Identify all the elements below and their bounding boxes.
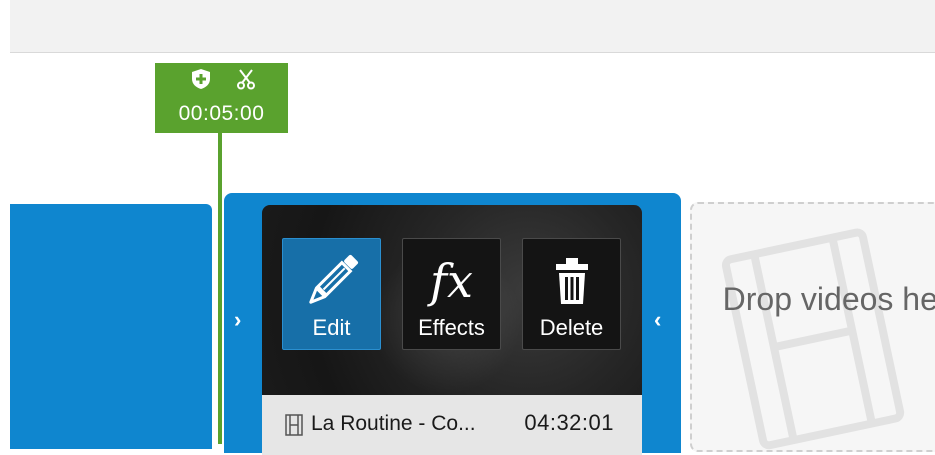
playhead-icons bbox=[155, 68, 288, 92]
playhead-time: 00:05:00 bbox=[178, 102, 265, 125]
film-icon bbox=[285, 414, 303, 436]
playhead-line[interactable] bbox=[218, 133, 222, 444]
edit-button[interactable]: Edit bbox=[282, 238, 381, 350]
clip-name: La Routine - Co... bbox=[311, 412, 476, 435]
clip-duration: 04:32:01 bbox=[524, 410, 614, 435]
drop-zone[interactable]: Drop videos here bbox=[690, 202, 935, 452]
drop-zone-text: Drop videos here bbox=[722, 281, 935, 317]
delete-button[interactable]: Delete bbox=[522, 238, 621, 350]
effects-label: Effects bbox=[418, 315, 485, 340]
trash-icon bbox=[523, 251, 620, 311]
clip-thumbnail[interactable]: Edit fx Effects Delete La Routine - Co..… bbox=[262, 205, 642, 455]
previous-clip[interactable] bbox=[10, 204, 212, 449]
pencil-icon bbox=[283, 251, 380, 311]
clip-info-bar: La Routine - Co... 04:32:01 bbox=[262, 395, 642, 455]
trim-handle-left[interactable]: › bbox=[234, 309, 241, 331]
trim-handle-right[interactable]: ‹ bbox=[654, 309, 661, 331]
effects-button[interactable]: fx Effects bbox=[402, 238, 501, 350]
film-strip-watermark-icon bbox=[721, 228, 905, 450]
timeline-toolbar bbox=[10, 0, 935, 53]
edit-label: Edit bbox=[312, 315, 351, 340]
fx-icon: fx bbox=[403, 251, 500, 311]
playhead-marker[interactable]: 00:05:00 bbox=[155, 63, 288, 133]
add-marker-icon[interactable] bbox=[190, 68, 212, 90]
fx-glyph: fx bbox=[430, 254, 473, 308]
split-scissors-icon[interactable] bbox=[235, 68, 257, 90]
selected-clip[interactable]: › ‹ Edit fx Effects Delete La Routine - … bbox=[224, 193, 681, 455]
delete-label: Delete bbox=[539, 315, 604, 340]
